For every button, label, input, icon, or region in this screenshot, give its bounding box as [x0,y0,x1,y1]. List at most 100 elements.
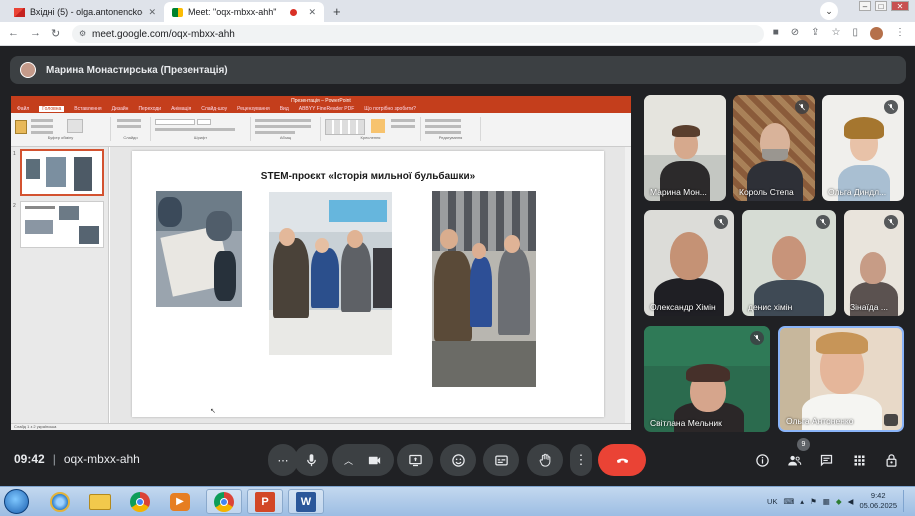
leave-call-button[interactable] [598,444,646,476]
participant-tile[interactable]: Олександр Хімін [644,210,734,316]
participant-name: Ольга Диндл... [828,187,887,197]
explorer-taskbar-icon[interactable] [82,489,118,514]
participant-name: Зінаїда ... [850,302,888,312]
mic-button[interactable] [294,444,328,476]
tray-arrow-icon[interactable]: ▴ [800,497,804,506]
captions-button[interactable] [483,444,519,476]
participant-tile[interactable]: Зінаїда ... [844,210,904,316]
camera-icon [368,456,381,464]
system-tray: UK ⌨ ▴ ⚑ ▦ ◆ ◀ 9:42 05.06.2025 [767,490,911,512]
back-icon[interactable]: ← [8,27,19,39]
language-indicator[interactable]: UK [767,497,777,506]
powerpoint-taskbar-icon[interactable]: P [247,489,283,514]
flag-icon[interactable]: ⚑ [810,497,817,506]
hang-up-icon [616,458,628,463]
slide-thumbnail-1[interactable] [20,149,104,196]
share-icon[interactable]: ⇪ [811,27,819,40]
word-taskbar-icon[interactable]: W [288,489,324,514]
separator: | [52,452,56,466]
security-icon[interactable]: ◆ [836,497,842,506]
chat-icon [820,454,832,466]
tab-gmail[interactable]: Вхідні (5) - olga.antonencko@gm ✕ [6,2,164,22]
forward-icon[interactable]: → [30,27,41,39]
raise-hand-button[interactable] [527,444,563,476]
meet-icon [172,7,183,17]
tab-label: Meet: "oqx-mbxx-ahh" [188,7,277,17]
window-controls: – □ ✕ [859,1,909,11]
participant-tile[interactable]: Ольга Диндл... [822,95,904,201]
bookmark-star-icon[interactable]: ☆ [832,27,841,40]
slide-thumbnail-2[interactable] [20,201,104,248]
maximize-icon[interactable]: □ [875,1,887,11]
close-tab-icon[interactable]: ✕ [148,7,156,18]
chrome-taskbar-icon[interactable] [122,489,158,514]
ppt-menu-item: Рецензування [237,106,270,112]
side-panel-icon[interactable]: ▯ [852,27,858,40]
close-tab-icon[interactable]: ✕ [308,7,316,18]
present-button[interactable] [397,444,433,476]
participant-tile-self[interactable]: Ольга Антоненко [778,326,904,432]
paste-icon [15,120,27,134]
more-vertical-icon: ⋮ [574,452,588,467]
muted-mic-icon [884,215,898,229]
chrome-active-taskbar-icon[interactable] [206,489,242,514]
ppt-menu-item: Вид [279,106,289,112]
start-button[interactable] [4,489,29,514]
people-count-badge: 9 [797,438,810,451]
ppt-scrollbar[interactable] [625,147,631,423]
more-options-button[interactable]: ⋮ [570,444,592,476]
ribbon-group: Абзац [251,117,321,141]
camera-in-use-icon[interactable]: ■ [773,27,779,40]
participant-name: Ольга Антоненко [786,416,854,426]
tray-clock[interactable]: 9:42 05.06.2025 [859,491,897,511]
participant-tile[interactable]: Світлана Мельник [644,326,770,432]
ribbon-group: Слайди [111,117,151,141]
people-button[interactable] [786,452,802,468]
lock-person-icon [886,453,896,467]
pin-frame-icon[interactable] [884,414,898,426]
camera-button[interactable]: ︿ [332,444,394,476]
mic-in-use-icon[interactable]: ⊘ [791,27,799,40]
address-bar-actions: ■ ⊘ ⇪ ☆ ▯ ⋮ [773,27,905,40]
ribbon-group-label: Буфер обміну [47,135,74,140]
hand-icon [539,453,550,467]
media-player-taskbar-icon[interactable]: ▶ [162,489,198,514]
reactions-button[interactable] [440,444,476,476]
participant-name: Марина Мон... [650,187,707,197]
activities-button[interactable] [851,452,867,468]
ppt-menu-item: ABBYY FineReader PDF [298,106,355,112]
site-info-icon[interactable]: ⚙ [79,29,86,38]
profile-avatar[interactable] [870,27,883,40]
show-desktop-button[interactable] [903,490,911,512]
reload-icon[interactable]: ↻ [51,27,60,40]
participant-tile[interactable]: денис хімін [742,210,836,316]
browser-tab-strip: Вхідні (5) - olga.antonencko@gm ✕ Meet: … [0,0,915,22]
tab-search-button[interactable]: ⌄ [820,2,838,20]
slide-workspace: STEM-проєкт «Історія мильної бульбашки» [110,147,631,423]
ppt-menu-item: Слайд-шоу [201,106,228,112]
shared-screen: Презентація – PowerPoint Файл Головна Вс… [11,96,631,430]
volume-icon[interactable]: ◀ [848,497,854,506]
url-field[interactable]: ⚙ meet.google.com/oqx-mbxx-ahh [72,25,764,43]
close-window-icon[interactable]: ✕ [891,1,909,11]
menu-kebab-icon[interactable]: ⋮ [895,27,905,40]
mouse-cursor-icon: ↖ [210,408,216,415]
chat-button[interactable] [818,452,834,468]
network-icon[interactable]: ▦ [823,497,830,506]
keyboard-icon[interactable]: ⌨ [783,497,794,506]
new-tab-button[interactable]: + [333,4,341,19]
ie-taskbar-icon[interactable] [42,489,78,514]
minimize-icon[interactable]: – [859,1,871,11]
host-controls-button[interactable] [883,452,899,468]
muted-mic-icon [750,331,764,345]
tab-meet[interactable]: Meet: "oqx-mbxx-ahh" ✕ [164,2,324,22]
meeting-details-button[interactable] [754,452,770,468]
ppt-menu-item: Вставлення [74,106,102,112]
presenter-bar: Марина Монастирська (Презентація) [10,56,906,84]
participant-tile[interactable]: Марина Мон... [644,95,726,201]
current-slide: STEM-проєкт «Історія мильної бульбашки» [132,151,604,417]
chevron-up-icon[interactable]: ︿ [344,454,353,467]
captions-icon [494,455,508,465]
ppt-title-bar: Презентація – PowerPoint [11,96,631,105]
participant-tile[interactable]: Король Степа [733,95,815,201]
